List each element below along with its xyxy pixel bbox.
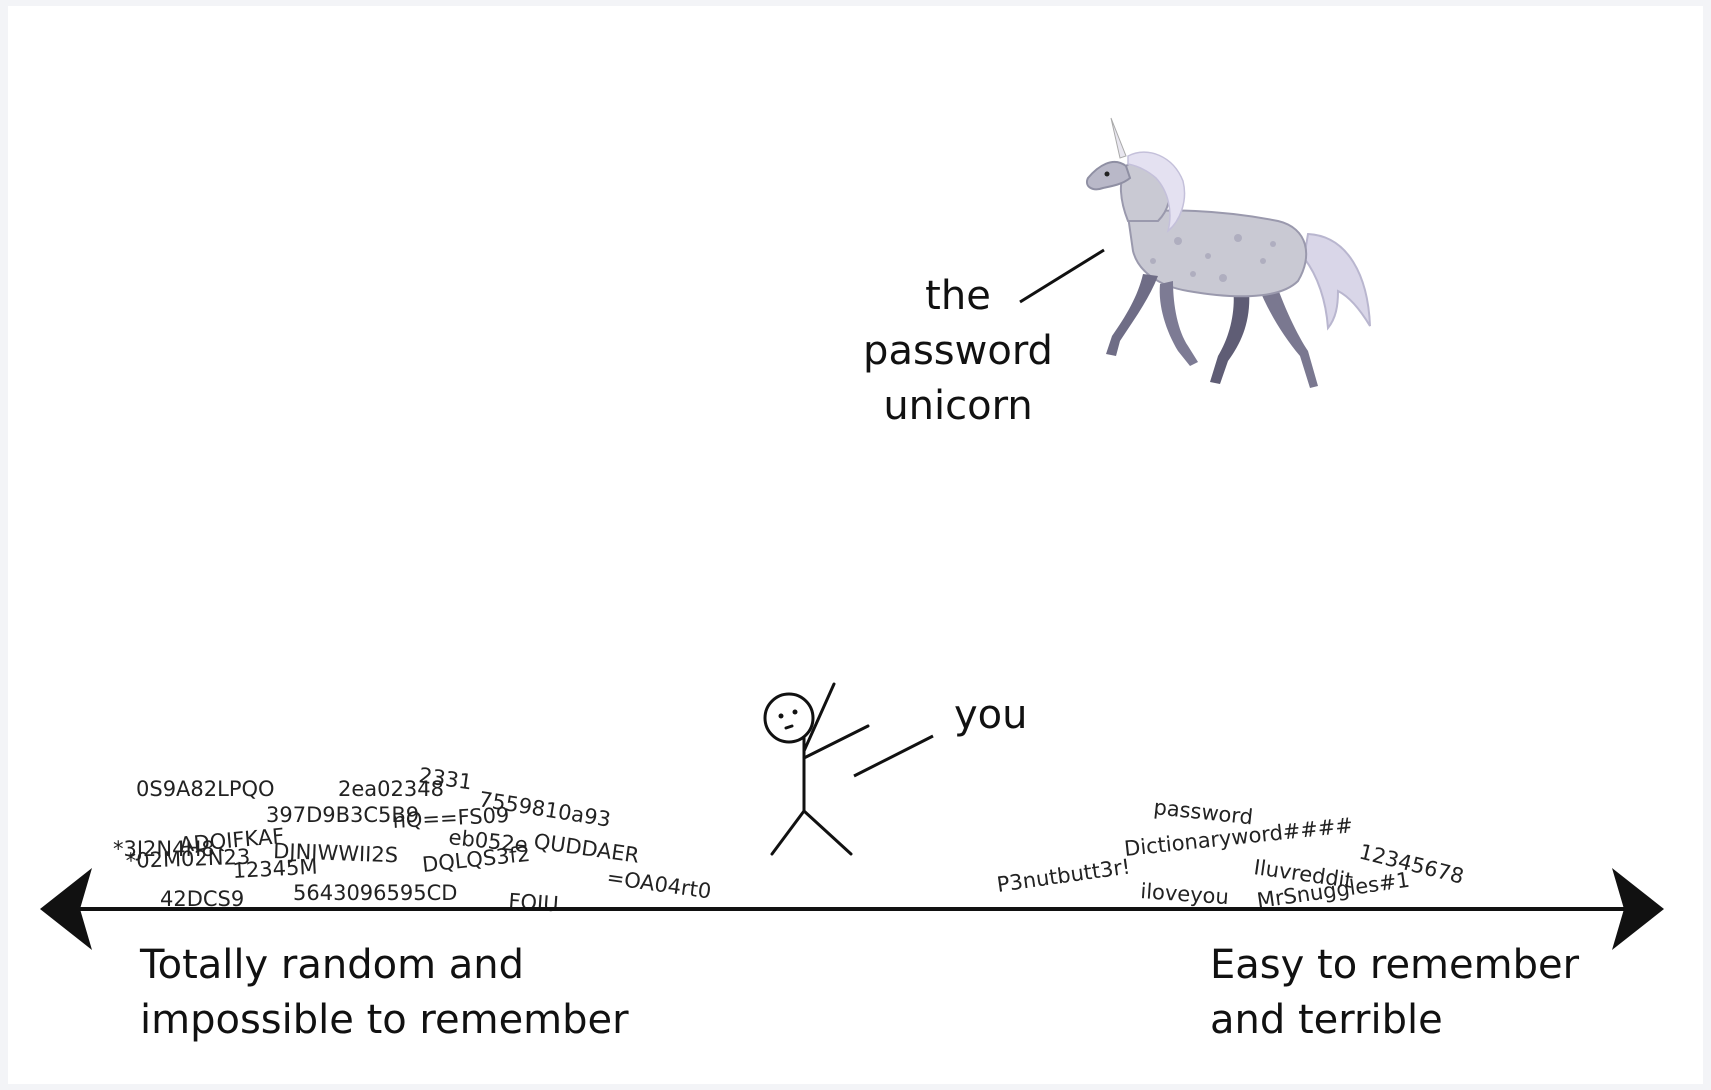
random-password: 5643096595CD [293, 881, 457, 905]
random-password: DQLQS3f2 [421, 842, 531, 877]
password-diagram: the password unicorn you 0S9A82LPQO 2ea0… [40, 117, 1664, 1043]
random-password: 12345M [232, 855, 318, 883]
you-label: you [954, 692, 1028, 738]
left-end-label-line1: Totally random and [139, 942, 524, 988]
random-password: QUDDAER [532, 829, 640, 868]
unicorn-illustration [1086, 117, 1371, 388]
you-pointer-line [853, 734, 934, 778]
weak-password: P3nutbutt3r! [995, 854, 1131, 896]
unicorn-label-line3: unicorn [883, 383, 1032, 429]
unicorn-label-line2: password [863, 328, 1053, 374]
random-password-pile: 0S9A82LPQO 2ea02348 2331 397D9B3C5B9 755… [113, 763, 713, 916]
unicorn-pointer-line [1019, 248, 1105, 304]
unicorn-label-line1: the [925, 273, 991, 319]
right-end-label-line1: Easy to remember [1210, 942, 1580, 988]
weak-password: iloveyou [1140, 879, 1230, 909]
left-end-label-line2: impossible to remember [140, 997, 629, 1043]
random-password: =OA04rt0 [605, 865, 712, 903]
weak-password-pile: password Dictionaryword#### 12345678 P3n… [995, 795, 1466, 913]
stick-figure [763, 682, 870, 856]
diagram-canvas: the password unicorn you 0S9A82LPQO 2ea0… [8, 6, 1703, 1084]
right-end-label-line2: and terrible [1210, 997, 1443, 1043]
random-password: 0S9A82LPQO [136, 777, 275, 801]
random-password: FOIU [508, 889, 560, 916]
